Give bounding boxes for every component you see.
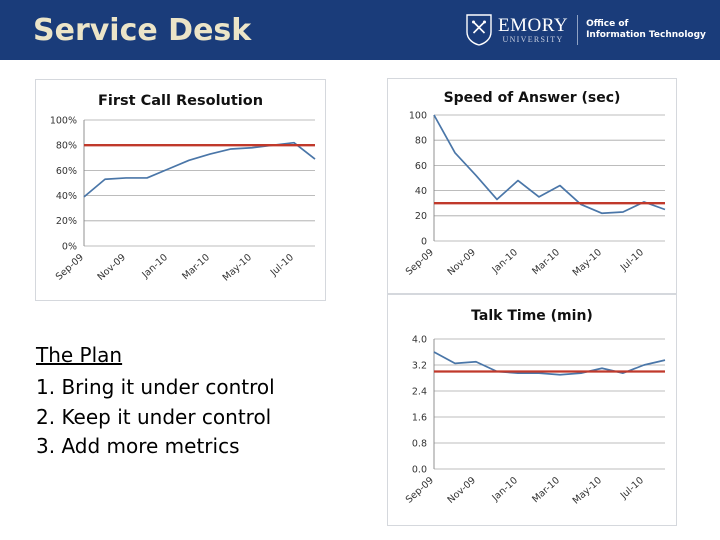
logo-divider	[577, 15, 579, 45]
xtick-label-1: Nov-09	[446, 247, 478, 278]
chart-svg-speed-of-answer: 0 20 40 60 80 100 Sep-09 Nov-09 Jan-10 Mar-10 May-…	[404, 110, 666, 279]
xtick-label-5: Jul-10	[268, 252, 296, 279]
xtick-label-3: Mar-10	[530, 475, 562, 505]
ytick-label-0: 0%	[62, 241, 77, 252]
page-title: Service Desk	[33, 13, 252, 48]
emory-shield-icon	[466, 14, 492, 46]
ytick-label-3: 2.4	[412, 386, 427, 397]
ytick-label-2: 40	[415, 186, 427, 197]
ytick-label-3: 60%	[56, 166, 77, 177]
plan-block: The Plan 1. Bring it under control 2. Ke…	[36, 342, 366, 462]
ytick-label-2: 1.6	[412, 412, 427, 423]
plan-item-2: 2. Keep it under control	[36, 404, 272, 429]
xtick-label-2: Jan-10	[489, 475, 520, 504]
ytick-label-1: 0.8	[412, 438, 427, 449]
xtick-label-0: Sep-09	[404, 475, 436, 506]
xtick-label-0: Sep-09	[404, 247, 436, 278]
ytick-label-2: 40%	[56, 191, 77, 202]
xtick-label-4: May-10	[571, 475, 604, 507]
ytick-label-0: 0.0	[412, 464, 427, 475]
plan-heading: The Plan	[36, 343, 123, 367]
emory-wordmark-main: EMORY	[498, 15, 569, 36]
xtick-label-1: Nov-09	[446, 475, 478, 506]
oit-line-1: Office of	[586, 18, 629, 29]
chart-svg-talk-time: 0.0 0.8 1.6 2.4 3.2 4.0 Sep-09 Nov-09 Jan-10 Mar-…	[404, 334, 666, 507]
xtick-label-3: Mar-10	[530, 247, 562, 277]
ytick-label-0: 0	[421, 236, 427, 247]
ytick-label-1: 20%	[56, 216, 77, 227]
emory-logo-lockup: EMORY UNIVERSITY Office of Information T…	[466, 8, 706, 52]
ytick-label-1: 20	[415, 211, 427, 222]
ytick-label-5: 100	[409, 110, 427, 121]
xtick-label-0: Sep-09	[54, 252, 86, 283]
chart-panel-first-call-resolution: First Call Resolution 0% 20% 40% 60% 80% 100%…	[35, 79, 326, 301]
ytick-label-4: 80%	[56, 141, 77, 152]
plan-item-1: 1. Bring it under control	[36, 375, 275, 399]
header-band: Service Desk EMORY UNIVERSITY Office of …	[0, 0, 720, 60]
emory-wordmark: EMORY UNIVERSITY	[498, 16, 568, 44]
ytick-label-5: 4.0	[412, 334, 427, 345]
oit-line-2: Information Technology	[586, 30, 706, 40]
xtick-label-4: May-10	[571, 247, 604, 279]
xtick-label-3: Mar-10	[180, 252, 212, 282]
oit-unit-name: Office of Information Technology	[586, 19, 706, 42]
xtick-label-1: Nov-09	[96, 252, 128, 283]
series-line-speed-of-answer	[433, 114, 666, 215]
xtick-label-5: Jul-10	[618, 475, 646, 502]
xtick-label-2: Jan-10	[139, 252, 170, 281]
xtick-label-2: Jan-10	[489, 247, 520, 276]
plan-item-3: 3. Add more metrics	[36, 434, 240, 459]
ytick-label-4: 3.2	[412, 360, 427, 371]
ytick-label-5: 100%	[50, 115, 77, 126]
chart-svg-first-call-resolution: 0% 20% 40% 60% 80% 100% Sep-09 Nov-09 Jan-10 Mar-…	[50, 115, 316, 284]
ytick-label-4: 80	[415, 136, 427, 147]
emory-wordmark-sub: UNIVERSITY	[502, 35, 564, 44]
xtick-label-4: May-10	[221, 252, 254, 284]
chart-panel-speed-of-answer: Speed of Answer (sec) 0 20 40 60 80 100 Sep-09…	[387, 78, 677, 294]
xtick-label-5: Jul-10	[618, 247, 646, 274]
chart-panel-talk-time: Talk Time (min) 0.0 0.8 1.6 2.4 3.2 4.0 Sep-09…	[387, 294, 677, 526]
ytick-label-3: 60	[415, 161, 427, 172]
series-line-first-call-resolution	[83, 141, 316, 198]
